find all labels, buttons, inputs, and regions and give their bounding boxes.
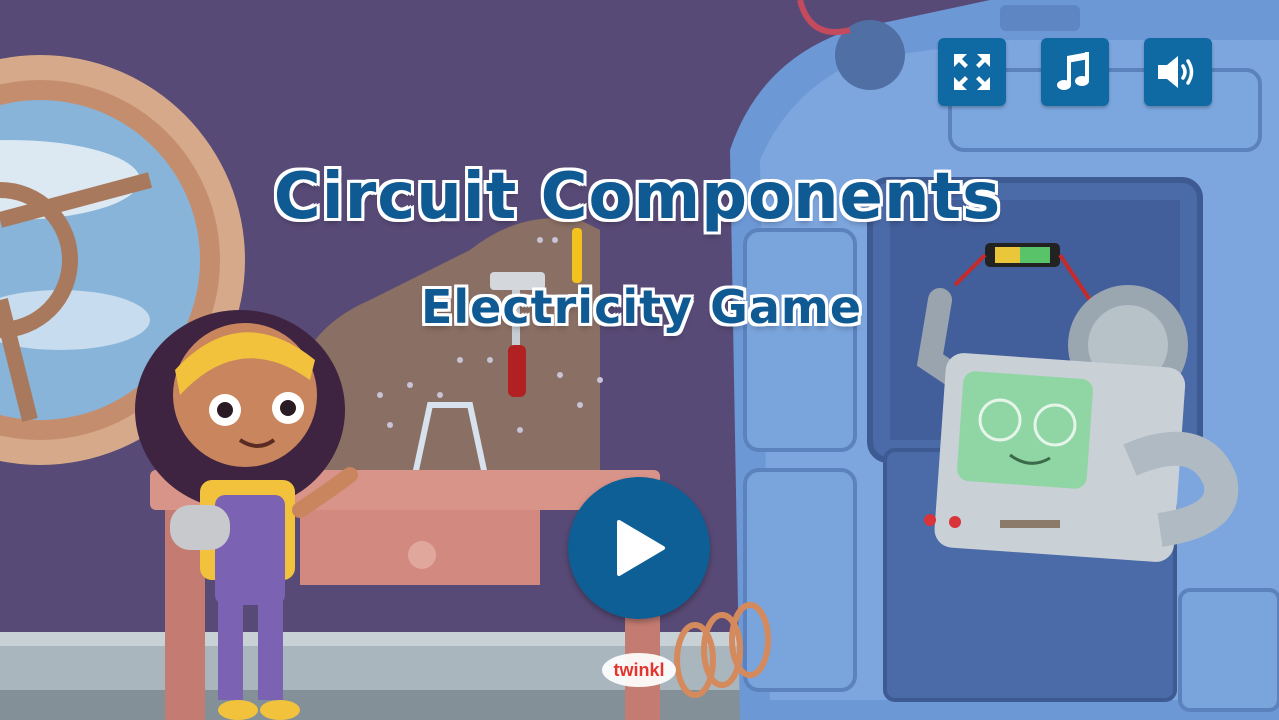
twinkl-logo-text: twinkl	[613, 659, 665, 680]
game-subtitle: Electricity Game	[420, 280, 863, 334]
speaker-volume-icon	[1158, 56, 1194, 88]
fullscreen-button[interactable]	[938, 38, 1006, 106]
twinkl-logo: twinkl	[600, 650, 678, 690]
play-button[interactable]	[568, 477, 710, 619]
fullscreen-icon	[954, 54, 990, 90]
play-icon	[617, 520, 665, 576]
music-note-icon	[1057, 52, 1089, 90]
game-title: Circuit Components	[273, 160, 1002, 234]
sound-button[interactable]	[1144, 38, 1212, 106]
music-button[interactable]	[1041, 38, 1109, 106]
